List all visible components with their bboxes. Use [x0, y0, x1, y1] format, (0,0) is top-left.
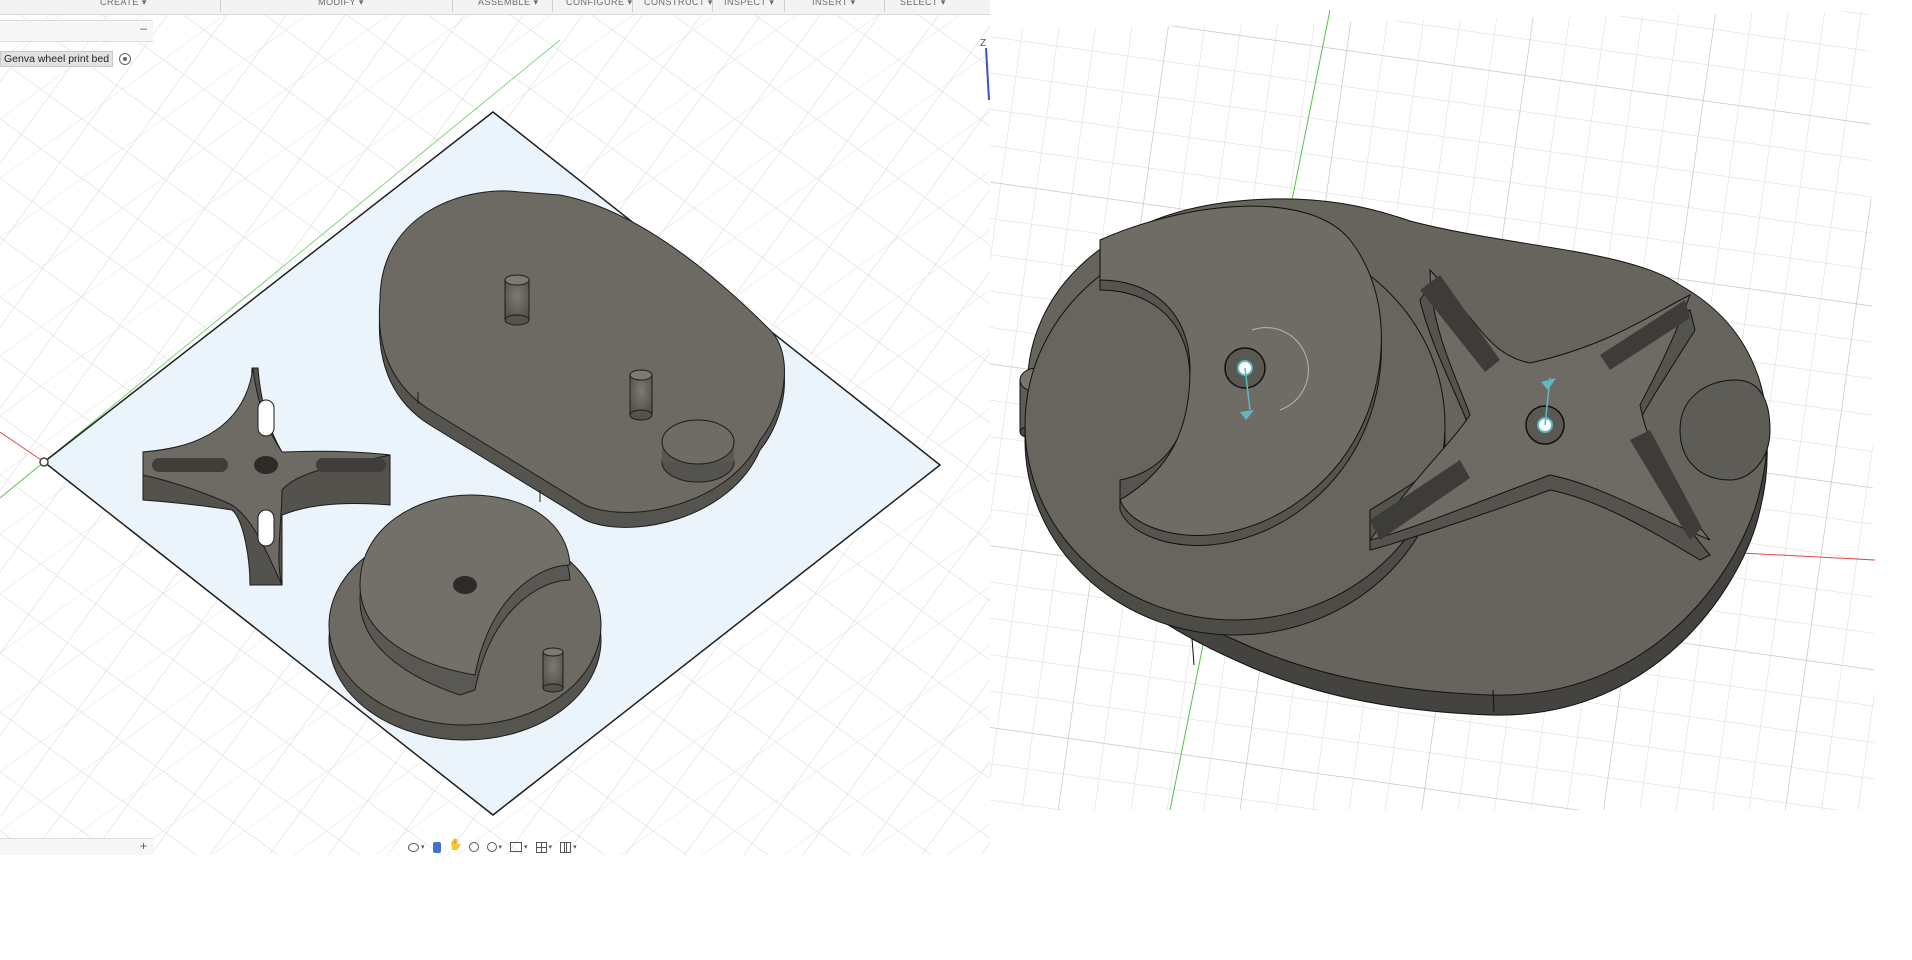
browser-collapse-button[interactable]: –	[140, 21, 147, 35]
comments-panel-header: +	[0, 838, 153, 855]
viewports-icon[interactable]	[560, 841, 572, 853]
toolbar-separator	[220, 0, 221, 12]
pin-middle[interactable]	[629, 369, 653, 421]
menu-inspect[interactable]: INSPECT ▾	[724, 0, 774, 8]
pin-top[interactable]	[504, 274, 530, 326]
left-3d-scene[interactable]	[0, 0, 990, 855]
left-viewport[interactable]: CREATE ▾ MODIFY ▾ ASSEMBLE ▾ CONFIGURE ▾…	[0, 0, 990, 855]
toolbar-separator	[452, 0, 453, 12]
browser-component-row[interactable]: Genva wheel print bed	[0, 50, 132, 68]
navigation-bar: ▾ ▾ ▾ ▾ ▾	[408, 838, 577, 855]
orbit-dropdown-icon[interactable]: ▾	[421, 843, 425, 851]
viewports-dropdown-icon[interactable]: ▾	[573, 843, 577, 851]
right-3d-scene[interactable]	[990, 0, 1875, 810]
right-viewport[interactable]	[990, 0, 1875, 810]
fit-dropdown-icon[interactable]: ▾	[499, 843, 503, 851]
zoom-icon[interactable]	[468, 842, 479, 852]
pan-icon[interactable]	[449, 838, 463, 853]
component-name-label[interactable]: Genva wheel print bed	[0, 51, 114, 67]
toolbar-separator	[552, 0, 553, 12]
menu-configure[interactable]: CONFIGURE ▾	[566, 0, 633, 8]
toolbar-separator	[884, 0, 885, 12]
menu-modify[interactable]: MODIFY ▾	[318, 0, 364, 8]
menu-create[interactable]: CREATE ▾	[100, 0, 147, 8]
orbit-icon[interactable]	[408, 842, 419, 852]
look-at-icon[interactable]	[432, 841, 441, 853]
menu-construct[interactable]: CONSTRUCT ▾	[644, 0, 713, 8]
menu-insert[interactable]: INSERT ▾	[812, 0, 856, 8]
add-comment-button[interactable]: +	[140, 839, 147, 853]
round-boss[interactable]	[661, 419, 735, 483]
display-settings-icon[interactable]	[510, 842, 523, 852]
fit-icon[interactable]	[486, 842, 497, 852]
viewcube-z-label[interactable]: Z	[980, 38, 986, 49]
display-dropdown-icon[interactable]: ▾	[524, 843, 528, 851]
drive-pin[interactable]	[542, 647, 564, 693]
menu-assemble[interactable]: ASSEMBLE ▾	[478, 0, 539, 8]
activate-component-icon[interactable]	[119, 53, 132, 65]
menu-select[interactable]: SELECT ▾	[900, 0, 946, 8]
toolbar-separator	[712, 0, 713, 12]
origin-point-icon[interactable]	[39, 457, 49, 467]
grid-dropdown-icon[interactable]: ▾	[549, 843, 553, 851]
toolbar-separator	[632, 0, 633, 12]
browser-panel-header: –	[0, 20, 153, 42]
grid-settings-icon[interactable]	[535, 841, 547, 853]
toolbar: CREATE ▾ MODIFY ▾ ASSEMBLE ▾ CONFIGURE ▾…	[0, 0, 990, 15]
toolbar-separator	[784, 0, 785, 12]
